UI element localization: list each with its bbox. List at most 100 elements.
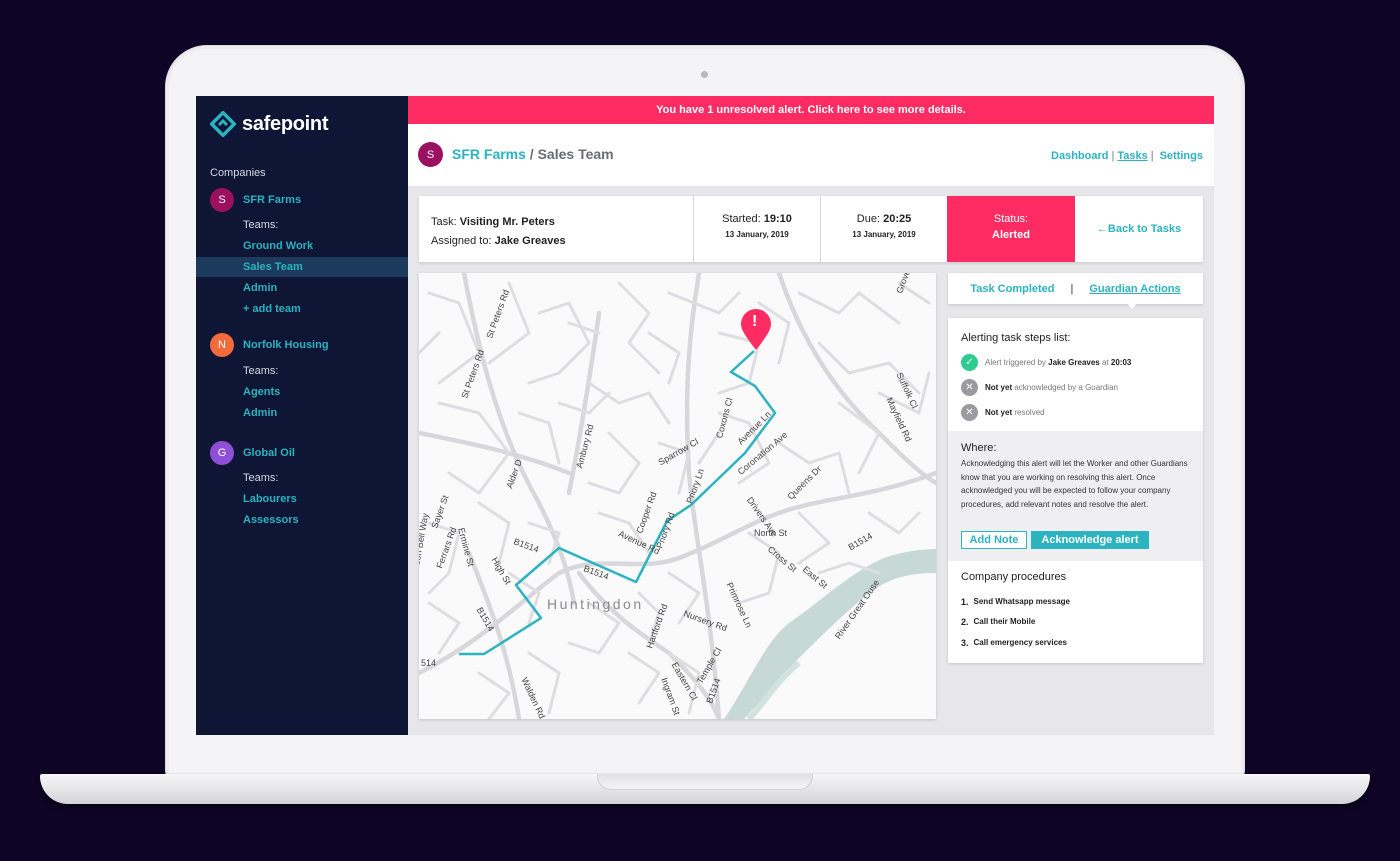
step-time: 20:03 xyxy=(1110,358,1132,367)
tab-task-completed[interactable]: Task Completed xyxy=(970,283,1054,295)
procedure-number: 1. xyxy=(961,597,969,607)
due-date: 13 January, 2019 xyxy=(852,230,916,239)
procedure-text: Call their Mobile xyxy=(973,617,1036,626)
company-name: Norfolk Housing xyxy=(243,339,329,351)
panel-tabs: Task Completed | Guardian Actions xyxy=(948,273,1203,304)
camera-icon xyxy=(701,71,708,78)
page-header: S SFR Farms / Sales Team Dashboard | Tas… xyxy=(408,124,1214,186)
step-rest: acknowledged by a Guardian xyxy=(1012,383,1118,392)
top-nav: Dashboard | Tasks | Settings xyxy=(1051,150,1203,162)
step-alert-triggered: ✓ Alert triggered by Jake Greaves at 20:… xyxy=(961,354,1131,371)
breadcrumb-separator: / xyxy=(525,146,538,162)
app-name: safepoint xyxy=(242,112,329,135)
step-prefix: Alert triggered by xyxy=(985,358,1049,367)
teams-label: Teams: xyxy=(243,472,279,484)
step-not-acknowledged: ✕ Not yet acknowledged by a Guardian xyxy=(961,379,1118,396)
laptop-notch xyxy=(597,774,813,790)
company-avatar: S xyxy=(418,142,443,167)
procedures-title: Company procedures xyxy=(961,571,1067,583)
map-canvas xyxy=(419,273,936,719)
tab-guardian-actions[interactable]: Guardian Actions xyxy=(1089,283,1180,295)
task-label: Task: xyxy=(431,216,457,228)
company-avatar: N xyxy=(210,333,234,357)
step-status: Not yet xyxy=(985,383,1013,392)
task-info: Task: Visiting Mr. Peters Assigned to: J… xyxy=(431,213,566,251)
add-note-button[interactable]: Add Note xyxy=(961,531,1027,549)
acknowledge-alert-button[interactable]: Acknowledge alert xyxy=(1031,531,1149,549)
team-admin[interactable]: Admin xyxy=(196,278,408,298)
assigned-label: Assigned to: xyxy=(431,235,492,247)
procedure-item: 2. Call their Mobile xyxy=(961,617,1035,627)
step-text: Not yet acknowledged by a Guardian xyxy=(985,383,1118,392)
nav-divider: | xyxy=(1111,150,1115,162)
assigned-name: Jake Greaves xyxy=(494,235,566,247)
app-screen: safepoint Companies S SFR Farms Teams: G… xyxy=(196,96,1214,735)
where-title: Where: xyxy=(961,442,997,454)
check-icon: ✓ xyxy=(961,354,978,371)
task-started: Started: 19:10 13 January, 2019 xyxy=(693,196,820,262)
team-ground-work[interactable]: Ground Work xyxy=(196,236,408,256)
status-badge: Alerted xyxy=(992,229,1030,241)
team-admin[interactable]: Admin xyxy=(196,403,408,423)
alert-pin-glyph: ! xyxy=(752,313,758,330)
step-rest: resolved xyxy=(1012,408,1045,417)
company-name: Global Oil xyxy=(243,447,295,459)
due-label: Due: xyxy=(856,213,881,225)
started-time: 19:10 xyxy=(763,213,792,225)
nav-dashboard[interactable]: Dashboard xyxy=(1051,150,1108,162)
team-assessors[interactable]: Assessors xyxy=(196,510,408,530)
procedure-item: 3. Call emergency services xyxy=(961,638,1067,648)
safepoint-logo-icon xyxy=(210,111,236,137)
logo[interactable]: safepoint xyxy=(210,111,329,137)
cross-icon: ✕ xyxy=(961,379,978,396)
team-sales-team[interactable]: Sales Team xyxy=(196,257,408,277)
companies-label: Companies xyxy=(210,167,266,179)
step-text: Not yet resolved xyxy=(985,408,1045,417)
procedure-number: 2. xyxy=(961,617,969,627)
nav-tasks[interactable]: Tasks xyxy=(1117,150,1147,162)
cross-icon: ✕ xyxy=(961,404,978,421)
where-section: Where: Acknowledging this alert will let… xyxy=(948,431,1203,561)
route-map[interactable]: ! Huntingdon St Peters Rd St Peters Rd Erm… xyxy=(419,273,936,719)
where-text: Acknowledging this alert will let the Wo… xyxy=(961,459,1188,509)
company-norfolk-housing[interactable]: N Norfolk Housing xyxy=(210,333,329,357)
sidebar: safepoint Companies S SFR Farms Teams: G… xyxy=(196,96,408,735)
breadcrumb-team: Sales Team xyxy=(537,146,614,162)
add-team-link[interactable]: + add team xyxy=(196,299,408,319)
street-label: 514 xyxy=(421,658,437,668)
task-summary-card: Task: Visiting Mr. Peters Assigned to: J… xyxy=(419,196,1203,262)
tab-divider: | xyxy=(1070,282,1074,295)
team-agents[interactable]: Agents xyxy=(196,382,408,402)
teams-label: Teams: xyxy=(243,219,279,231)
company-sfr-farms[interactable]: S SFR Farms xyxy=(210,188,301,212)
company-name: SFR Farms xyxy=(243,194,302,206)
team-labourers[interactable]: Labourers xyxy=(196,489,408,509)
step-not-resolved: ✕ Not yet resolved xyxy=(961,404,1045,421)
step-middle: at xyxy=(1099,358,1111,367)
procedure-text: Send Whatsapp message xyxy=(973,597,1070,606)
started-date: 13 January, 2019 xyxy=(725,230,789,239)
started-label: Started: xyxy=(722,213,761,225)
steps-title: Alerting task steps list: xyxy=(961,332,1071,344)
nav-divider: | xyxy=(1150,150,1154,162)
company-avatar: S xyxy=(210,188,234,212)
tab-pointer xyxy=(1127,303,1137,309)
procedure-text: Call emergency services xyxy=(973,638,1067,647)
step-text: Alert triggered by Jake Greaves at 20:03 xyxy=(985,358,1131,367)
task-due: Due: 20:25 13 January, 2019 xyxy=(820,196,947,262)
teams-label: Teams: xyxy=(243,365,279,377)
company-avatar: G xyxy=(210,441,234,465)
company-global-oil[interactable]: G Global Oil xyxy=(210,441,295,465)
procedure-item: 1. Send Whatsapp message xyxy=(961,597,1070,607)
street-label: North St xyxy=(754,528,788,538)
back-to-tasks-link[interactable]: ←Back to Tasks xyxy=(1075,196,1203,262)
nav-settings[interactable]: Settings xyxy=(1160,150,1203,162)
breadcrumb: SFR Farms / Sales Team xyxy=(452,146,614,162)
step-status: Not yet xyxy=(985,408,1013,417)
breadcrumb-company[interactable]: SFR Farms xyxy=(452,146,526,162)
guardian-actions-panel: Alerting task steps list: ✓ Alert trigge… xyxy=(948,318,1203,663)
unresolved-alert-banner[interactable]: You have 1 unresolved alert. Click here … xyxy=(408,96,1214,124)
task-name: Visiting Mr. Peters xyxy=(459,216,555,228)
status-label: Status: xyxy=(993,213,1029,225)
step-worker: Jake Greaves xyxy=(1048,358,1100,367)
